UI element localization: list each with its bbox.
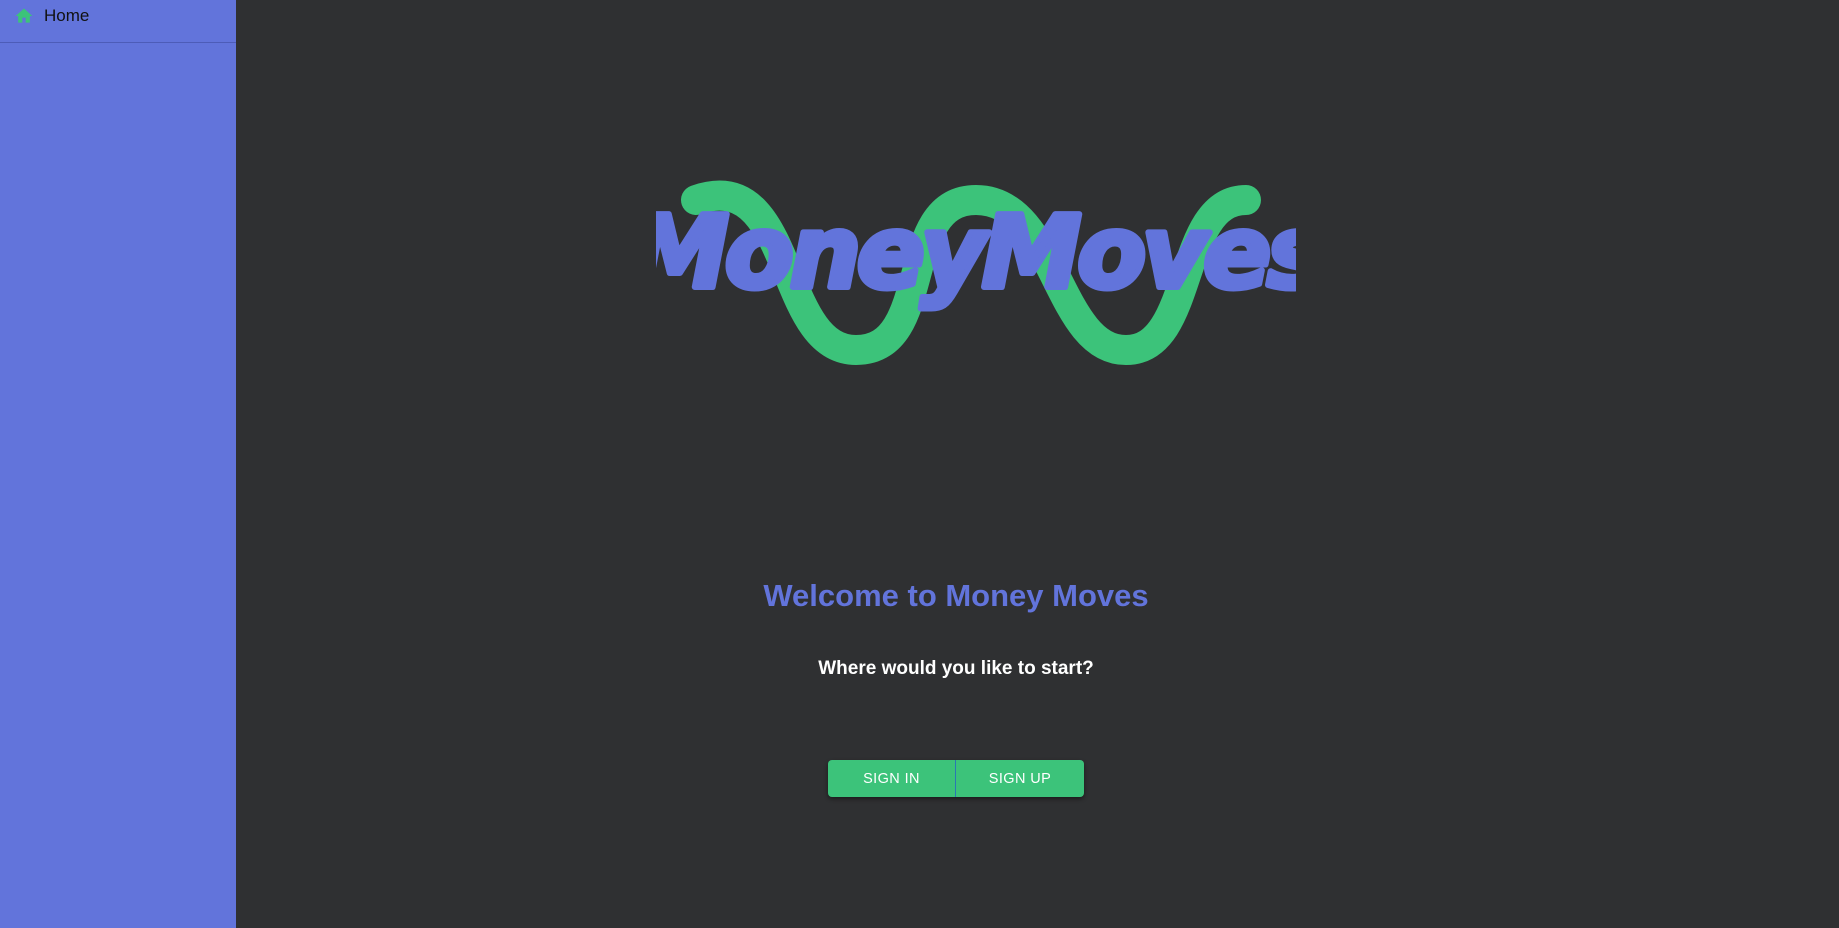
sidebar-item-label: Home (44, 6, 90, 25)
money-moves-logo: MoneyMoves (626, 175, 1330, 366)
svg-text:MoneyMoves: MoneyMoves (656, 194, 1296, 311)
sign-up-button[interactable]: SIGN UP (956, 760, 1084, 797)
main-content: MoneyMoves Welcome to Money Moves Where … (236, 0, 1839, 928)
start-prompt: Where would you like to start? (818, 658, 1094, 679)
sidebar: Home (0, 0, 236, 928)
sidebar-item-home[interactable]: Home (0, 0, 236, 43)
welcome-heading: Welcome to Money Moves (763, 578, 1149, 613)
sign-in-button[interactable]: SIGN IN (828, 760, 956, 797)
home-icon (14, 6, 34, 26)
auth-button-group: SIGN IN SIGN UP (828, 760, 1084, 797)
